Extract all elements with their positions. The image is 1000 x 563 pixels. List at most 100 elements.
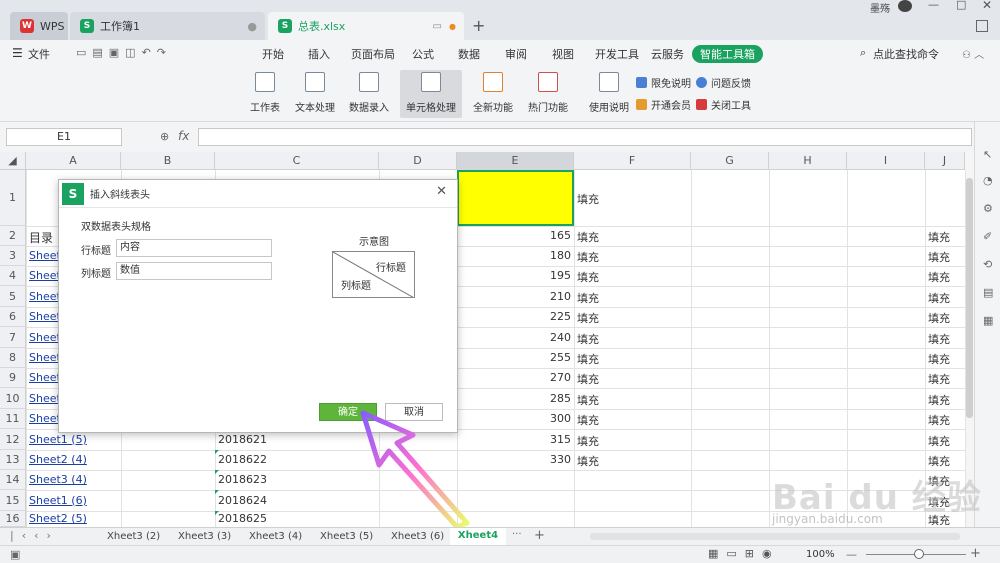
- zoom-in-icon[interactable]: +: [970, 546, 981, 561]
- col-title-input[interactable]: 数值: [116, 262, 272, 280]
- cell-j[interactable]: 填充: [928, 453, 950, 469]
- cell-j[interactable]: 填充: [928, 269, 950, 285]
- cell-c[interactable]: 2018622: [218, 453, 267, 466]
- menu-page-layout[interactable]: 页面布局: [351, 46, 395, 62]
- cell-f[interactable]: 填充: [577, 269, 599, 285]
- cell-e[interactable]: 210: [550, 290, 571, 303]
- cell-a[interactable]: Sheet: [29, 351, 61, 364]
- zoom-icon[interactable]: ⊕: [160, 130, 169, 143]
- row-header[interactable]: 11: [0, 409, 26, 429]
- menu-insert[interactable]: 插入: [308, 46, 330, 62]
- sheet-nav-icons[interactable]: |‹‹›: [10, 529, 59, 542]
- minimize-icon[interactable]: —: [928, 0, 939, 11]
- cell-j[interactable]: 填充: [928, 229, 950, 245]
- row-header[interactable]: 9: [0, 368, 26, 388]
- col-header-i[interactable]: I: [847, 152, 925, 170]
- col-header-a[interactable]: A: [26, 152, 121, 170]
- cell-f[interactable]: 填充: [577, 433, 599, 449]
- cell-j[interactable]: 填充: [928, 290, 950, 306]
- menu-data[interactable]: 数据: [458, 46, 480, 62]
- cell-e[interactable]: 330: [550, 453, 571, 466]
- cell-a[interactable]: Sheet1 (6): [29, 494, 87, 507]
- cell-j[interactable]: 填充: [928, 310, 950, 326]
- sheet-tab-active[interactable]: Xheet4: [450, 528, 506, 545]
- cell-e[interactable]: 270: [550, 371, 571, 384]
- sidebar-toggle-icon[interactable]: [976, 20, 988, 32]
- cursor-icon[interactable]: ↖: [983, 148, 992, 161]
- hot-features-button[interactable]: 热门功能: [528, 70, 568, 118]
- menu-smart-toolbox[interactable]: 智能工具箱: [692, 45, 763, 63]
- search-icon[interactable]: ⌕: [860, 46, 866, 60]
- cell-c[interactable]: 2018625: [218, 512, 267, 525]
- col-header-h[interactable]: H: [769, 152, 847, 170]
- menu-formula[interactable]: 公式: [412, 46, 434, 62]
- cell-f[interactable]: 填充: [577, 453, 599, 469]
- cell-j[interactable]: 填充: [928, 412, 950, 428]
- free-limit-link[interactable]: 限免说明: [636, 75, 691, 90]
- cell-a[interactable]: Sheet: [29, 290, 61, 303]
- cell-e[interactable]: 195: [550, 269, 571, 282]
- menu-cloud[interactable]: 云服务: [651, 46, 684, 62]
- cell-a[interactable]: Sheet1 (5): [29, 433, 87, 446]
- scroll-thumb[interactable]: [966, 178, 973, 418]
- cell-a[interactable]: Sheet: [29, 331, 61, 344]
- membership-link[interactable]: 开通会员: [636, 97, 691, 112]
- menu-home[interactable]: 开始: [262, 46, 284, 62]
- cell-a[interactable]: Sheet: [29, 371, 61, 384]
- cell-c[interactable]: 2018621: [218, 433, 267, 446]
- file-menu[interactable]: 文件: [28, 46, 50, 62]
- cell-j[interactable]: 填充: [928, 433, 950, 449]
- menu-developer[interactable]: 开发工具: [595, 46, 639, 62]
- cell-j[interactable]: 填充: [928, 351, 950, 367]
- col-header-c[interactable]: C: [215, 152, 379, 170]
- col-header-b[interactable]: B: [121, 152, 215, 170]
- more-sheets-icon[interactable]: ···: [512, 529, 522, 540]
- history-icon[interactable]: ⟲: [983, 258, 992, 271]
- cell-j[interactable]: 填充: [928, 371, 950, 387]
- cell-e[interactable]: 315: [550, 433, 571, 446]
- new-features-button[interactable]: 全新功能: [473, 70, 513, 118]
- cell-f[interactable]: 填充: [577, 290, 599, 306]
- dialog-close-icon[interactable]: ✕: [436, 184, 447, 199]
- monitor-icon[interactable]: ▭: [433, 21, 442, 32]
- command-search[interactable]: 点此查找命令: [873, 46, 939, 62]
- cell-f[interactable]: 填充: [577, 371, 599, 387]
- cell-process-button[interactable]: 单元格处理: [400, 70, 462, 118]
- usage-guide-button[interactable]: 使用说明: [589, 70, 629, 118]
- cell-f[interactable]: 填充: [577, 310, 599, 326]
- cell-e[interactable]: 165: [550, 229, 571, 242]
- view-mode-icons[interactable]: ▦▭⊞◉: [708, 547, 780, 560]
- feedback-link[interactable]: 问题反馈: [696, 75, 751, 90]
- shapes-icon[interactable]: ◔: [983, 174, 993, 187]
- row-header[interactable]: 15: [0, 490, 26, 511]
- zoom-level[interactable]: 100%: [806, 549, 835, 560]
- cell-j[interactable]: 填充: [928, 392, 950, 408]
- tab-total-xlsx[interactable]: S 总表.xlsx ▭ ●: [268, 12, 464, 40]
- cell-f[interactable]: 填充: [577, 412, 599, 428]
- data-entry-button[interactable]: 数据录入: [349, 70, 389, 118]
- cell-e[interactable]: 240: [550, 331, 571, 344]
- horizontal-scrollbar[interactable]: [590, 533, 960, 540]
- sheet-tab[interactable]: Xheet3 (5): [320, 531, 373, 542]
- tab-workbook1[interactable]: S 工作簿1 ●: [70, 12, 265, 40]
- tab-wps[interactable]: W WPS: [10, 12, 68, 40]
- col-header-f[interactable]: F: [574, 152, 691, 170]
- sheet-tab[interactable]: Xheet3 (3): [178, 531, 231, 542]
- cell-a[interactable]: Sheet: [29, 269, 61, 282]
- cell-f[interactable]: 填充: [577, 392, 599, 408]
- settings-icon[interactable]: ⚙: [983, 202, 993, 215]
- col-header-j[interactable]: J: [925, 152, 965, 170]
- row-header[interactable]: 8: [0, 348, 26, 368]
- formula-input[interactable]: [198, 128, 972, 146]
- more-icons[interactable]: ⚇ ︿: [962, 46, 984, 61]
- cell-a[interactable]: Sheet3 (4): [29, 473, 87, 486]
- cell-c[interactable]: 2018623: [218, 473, 267, 486]
- select-all-corner[interactable]: ◢: [0, 152, 26, 170]
- add-sheet-icon[interactable]: +: [534, 528, 545, 543]
- row-header[interactable]: 4: [0, 266, 26, 286]
- maximize-icon[interactable]: □: [956, 0, 966, 11]
- cell-e[interactable]: 225: [550, 310, 571, 323]
- close-window-icon[interactable]: ✕: [982, 0, 992, 12]
- close-tools-link[interactable]: 关闭工具: [696, 97, 751, 112]
- new-tab-icon[interactable]: +: [472, 16, 485, 35]
